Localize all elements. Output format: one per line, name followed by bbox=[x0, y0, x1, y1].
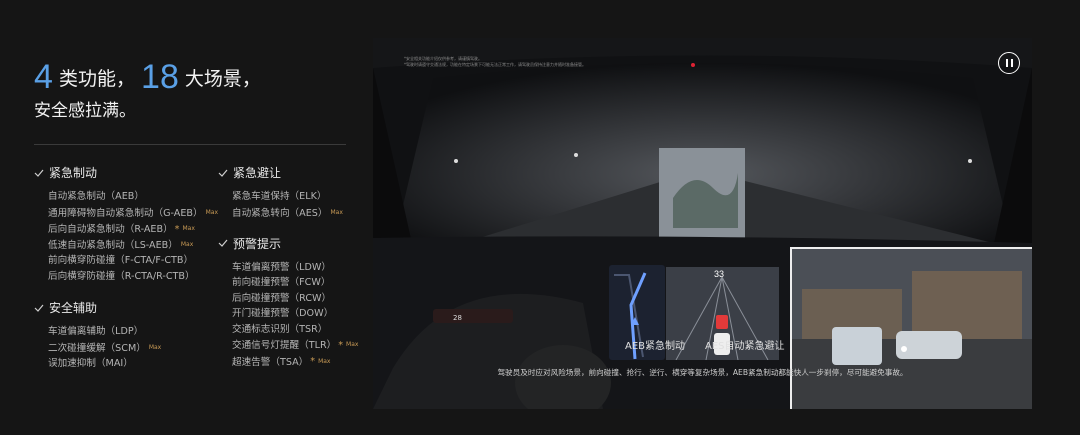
feature-item-label: 开门碰撞预警（DOW） bbox=[232, 308, 334, 320]
max-badge: Max bbox=[148, 343, 162, 351]
feature-item: 车道偏离预警（LDW） bbox=[218, 260, 358, 276]
footnote-star: * bbox=[310, 356, 316, 368]
scenario-inset-video bbox=[790, 247, 1032, 409]
pause-button[interactable] bbox=[998, 52, 1020, 74]
feature-item-label: 后向自动紧急制动（R-AEB） bbox=[48, 223, 173, 235]
feature-item: 后向自动紧急制动（R-AEB） * Max bbox=[34, 221, 218, 237]
feature-item: 车道偏离辅助（LDP） bbox=[34, 324, 218, 340]
feature-group-title: 安全辅助 bbox=[34, 299, 218, 316]
feature-item: 二次碰撞缓解（SCM） Max bbox=[34, 340, 218, 356]
feature-item-label: 交通信号灯提醒（TLR） bbox=[232, 340, 337, 351]
max-badge: Max bbox=[318, 357, 331, 365]
feature-item: 超速告警（TSA） * Max bbox=[218, 354, 358, 370]
feature-group-label: 紧急制动 bbox=[49, 166, 98, 180]
headline: 4 类功能， 18 大场景， 安全感拉满。 bbox=[34, 60, 354, 126]
video-player[interactable]: *安全相关功能介绍仅供参考，请谨慎驾驶。 *驾驶时请遵守交通法规，功能在特定场景… bbox=[373, 38, 1032, 409]
headline-text-1: 类功能， bbox=[58, 68, 135, 90]
feature-item-label: 车道偏离辅助（LDP） bbox=[48, 326, 144, 338]
feature-item-label: 超速告警（TSA） bbox=[232, 356, 309, 368]
feature-item-label: 二次碰撞缓解（SCM） bbox=[48, 342, 146, 354]
feature-item-label: 后向横穿防碰撞（R-CTA/R-CTB） bbox=[48, 270, 195, 282]
feature-group-title: 紧急避让 bbox=[218, 164, 358, 181]
feature-item-label: 前向碰撞预警（FCW） bbox=[232, 277, 331, 289]
feature-group-label: 紧急避让 bbox=[233, 166, 282, 180]
feature-column-2: 紧急避让 紧急车道保持（ELK） 自动紧急转向（AES） Max 预警提示 车道偏离预警（… bbox=[218, 164, 358, 385]
feature-item-label: 交通标志识别（TSR） bbox=[232, 323, 328, 335]
feature-group-label: 预警提示 bbox=[233, 236, 282, 251]
max-badge: Max bbox=[180, 241, 194, 248]
feature-group: 紧急制动 自动紧急制动（AEB） 通用障碍物自动紧急制动（G-AEB） Max 后向自动… bbox=[34, 164, 218, 284]
feature-item: 交通标志识别（TSR） bbox=[218, 322, 358, 338]
max-badge: Max bbox=[330, 208, 343, 216]
check-icon bbox=[218, 169, 228, 177]
feature-item: 前向碰撞预警（FCW） bbox=[218, 275, 358, 291]
footnote-star: * bbox=[174, 223, 180, 235]
video-subtitle: 驾驶员及时应对风险场景，前向碰撞、抢行、逆行、横穿等复杂场景，AEB紧急制动都能… bbox=[497, 368, 908, 377]
check-icon bbox=[218, 239, 228, 248]
disclaimer-line-2: *驾驶时请遵守交通法规，功能在特定场景下可能无法正常工作，请驾驶员保持注意力并随… bbox=[404, 62, 586, 67]
check-icon bbox=[34, 304, 44, 312]
feature-group: 安全辅助车道偏离辅助（LDP） 二次碰撞缓解（SCM） Max 误加速抑制（MAI） bbox=[34, 299, 218, 371]
feature-group: 预警提示车道偏离预警（LDW） 前向碰撞预警（FCW） 后向碰撞预警（RCW） 开门碰… bbox=[218, 235, 358, 370]
headline-line-2: 安全感拉满。 bbox=[34, 101, 136, 121]
feature-item: 后向碰撞预警（RCW） bbox=[218, 291, 358, 307]
feature-item-label: 自动紧急转向（AES） bbox=[232, 207, 328, 219]
scene-count: 18 bbox=[141, 58, 179, 96]
feature-item: 前向横穿防碰撞（F-CTA/F-CTB） bbox=[34, 253, 218, 269]
divider bbox=[34, 144, 346, 145]
feature-item-label: 自动紧急制动（AEB） bbox=[48, 191, 144, 202]
feature-group-label: 安全辅助 bbox=[49, 301, 98, 316]
feature-item-label: 通用障碍物自动紧急制动（G-AEB） bbox=[48, 207, 203, 219]
feature-item: 紧急车道保持（ELK） bbox=[218, 189, 358, 205]
feature-item-label: 误加速抑制（MAI） bbox=[48, 358, 133, 369]
feature-item-label: 车道偏离预警（LDW） bbox=[232, 261, 331, 273]
feature-item-label: 前向横穿防碰撞（F-CTA/F-CTB） bbox=[48, 255, 194, 267]
headline-line-1: 4 类功能， 18 大场景， bbox=[34, 60, 354, 94]
feature-item-label: 后向碰撞预警（RCW） bbox=[232, 292, 332, 304]
feature-group: 紧急避让紧急车道保持（ELK） 自动紧急转向（AES） Max bbox=[218, 164, 358, 221]
dashboard-readout: 28 bbox=[453, 314, 462, 322]
label-aeb: AEB紧急制动 bbox=[625, 341, 686, 352]
function-count: 4 bbox=[34, 58, 53, 96]
feature-item-label: 低速自动紧急制动（LS-AEB） bbox=[48, 239, 178, 251]
footnote-star: * bbox=[338, 340, 344, 351]
feature-item: 通用障碍物自动紧急制动（G-AEB） Max bbox=[34, 205, 218, 221]
feature-group-title: 紧急制动 bbox=[34, 164, 218, 181]
feature-item-label: 紧急车道保持（ELK） bbox=[232, 191, 327, 202]
feature-item: 开门碰撞预警（DOW） bbox=[218, 306, 358, 322]
check-icon bbox=[34, 169, 44, 177]
feature-column-1: 紧急制动 自动紧急制动（AEB） 通用障碍物自动紧急制动（G-AEB） Max 后向自动… bbox=[34, 164, 218, 387]
feature-group-title: 预警提示 bbox=[218, 235, 358, 252]
feature-item: 自动紧急转向（AES） Max bbox=[218, 205, 358, 221]
max-badge: Max bbox=[346, 341, 359, 349]
label-aes: AES自动紧急避让 bbox=[705, 341, 785, 352]
feature-item: 误加速抑制（MAI） bbox=[34, 356, 218, 372]
feature-item: 自动紧急制动（AEB） bbox=[34, 189, 218, 205]
headline-text-2: 大场景， bbox=[184, 68, 261, 90]
pause-icon bbox=[1005, 59, 1008, 67]
max-badge: Max bbox=[205, 208, 219, 216]
feature-item: 交通信号灯提醒（TLR） * Max bbox=[218, 337, 358, 353]
feature-item: 低速自动紧急制动（LS-AEB） Max bbox=[34, 237, 218, 253]
feature-item: 后向横穿防碰撞（R-CTA/R-CTB） bbox=[34, 269, 218, 285]
hud-speed: 33 bbox=[714, 269, 725, 279]
max-badge: Max bbox=[182, 224, 195, 232]
